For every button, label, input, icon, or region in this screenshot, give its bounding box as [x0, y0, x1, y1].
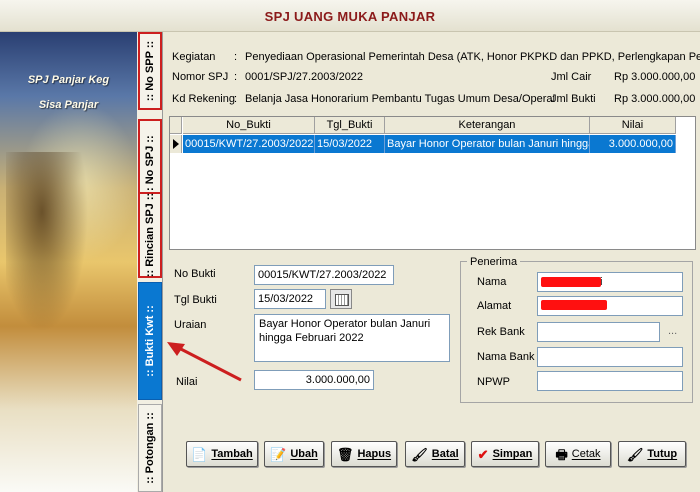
tab-bukti-kwt[interactable]: :: Bukti Kwt ::: [138, 282, 162, 400]
rek-bank-label: Rek Bank: [477, 326, 525, 338]
edit-document-icon: 📝: [270, 446, 287, 462]
kegiatan-colon: :: [234, 51, 238, 63]
grid-header-nilai[interactable]: Nilai: [590, 117, 676, 134]
nama-bank-input[interactable]: [537, 347, 683, 367]
alamat-label: Alamat: [477, 300, 512, 312]
kd-rekening-value: Belanja Jasa Honorarium Pembantu Tugas U…: [245, 93, 554, 105]
simpan-button[interactable]: ✔ Simpan: [471, 441, 539, 467]
kegiatan-value: Penyediaan Operasional Pemerintah Desa (…: [245, 51, 700, 63]
add-document-icon: 📄: [191, 446, 208, 462]
nama-label: Nama: [477, 276, 507, 288]
menu-spj-panjar-keg[interactable]: SPJ Panjar Keg: [0, 74, 137, 86]
nomor-spj-value: 0001/SPJ/27.2003/2022: [245, 71, 364, 83]
alamat-redaction: [541, 300, 607, 310]
left-panel-banner: SPJ Panjar Keg Sisa Panjar: [0, 32, 137, 492]
rek-bank-more-button[interactable]: ...: [668, 325, 677, 337]
cell-tgl-bukti[interactable]: 15/03/2022: [315, 135, 385, 153]
cell-nilai[interactable]: 3.000.000,00: [590, 135, 676, 153]
cetak-button[interactable]: 🖶 Cetak: [545, 441, 611, 467]
bukti-data-grid[interactable]: No_Bukti Tgl_Bukti Keterangan Nilai 0001…: [169, 116, 696, 250]
ubah-button[interactable]: 📝 Ubah: [264, 441, 324, 467]
grid-header-no-bukti[interactable]: No_Bukti: [183, 117, 315, 134]
tab-rincian-spj[interactable]: :: Rincian SPJ ::: [138, 192, 162, 278]
cancel-brush-icon: 🖌: [411, 446, 428, 462]
farmer-silhouette-image: [6, 152, 96, 352]
no-bukti-input[interactable]: 00015/KWT/27.2003/2022: [254, 265, 394, 285]
nilai-label: Nilai: [176, 376, 198, 388]
rek-bank-input[interactable]: [537, 322, 660, 342]
tab-potongan[interactable]: :: Potongan ::: [138, 404, 162, 492]
calendar-icon[interactable]: [330, 289, 352, 309]
tutup-button[interactable]: 🖌 Tutup: [618, 441, 686, 467]
title-bar: SPJ UANG MUKA PANJAR: [0, 0, 700, 32]
window-title: SPJ UANG MUKA PANJAR: [264, 9, 436, 24]
delete-icon: 🗑: [336, 446, 354, 462]
nomor-spj-label: Nomor SPJ: [172, 71, 229, 83]
jml-cair-label: Jml Cair: [551, 71, 592, 83]
tgl-bukti-input[interactable]: 15/03/2022: [254, 289, 326, 309]
kd-rekening-colon: :: [234, 93, 238, 105]
uraian-textarea[interactable]: Bayar Honor Operator bulan Januri hingga…: [254, 314, 450, 362]
tgl-bukti-label: Tgl Bukti: [174, 294, 217, 306]
tambah-button[interactable]: 📄 Tambah: [186, 441, 258, 467]
menu-sisa-panjar[interactable]: Sisa Panjar: [0, 99, 137, 111]
table-row[interactable]: 00015/KWT/27.2003/2022 15/03/2022 Bayar …: [170, 135, 676, 153]
cell-no-bukti[interactable]: 00015/KWT/27.2003/2022: [183, 135, 315, 153]
close-brush-icon: 🖌: [626, 446, 644, 462]
vertical-tab-strip: :: No SPP :: :: No SPJ :: :: Rincian SPJ…: [137, 32, 163, 492]
hapus-button[interactable]: 🗑 Hapus: [331, 441, 397, 467]
kegiatan-label: Kegiatan: [172, 51, 216, 63]
jml-cair-value: Rp 3.000.000,00: [614, 71, 696, 83]
nomor-spj-colon: :: [234, 71, 238, 83]
jml-bukti-value: Rp 3.000.000,00: [614, 93, 696, 105]
batal-button[interactable]: 🖌 Batal: [405, 441, 465, 467]
printer-icon: 🖶: [555, 446, 568, 462]
grid-corner: [170, 117, 182, 134]
npwp-label: NPWP: [477, 376, 510, 388]
kd-rekening-label: Kd Rekening: [172, 93, 235, 105]
grid-header-keterangan[interactable]: Keterangan: [385, 117, 590, 134]
nama-bank-label: Nama Bank: [477, 351, 535, 363]
uraian-label: Uraian: [174, 319, 207, 331]
penerima-title: Penerima: [467, 256, 521, 268]
npwp-input[interactable]: [537, 371, 683, 391]
nama-redaction: [541, 277, 601, 287]
row-pointer-icon: [170, 135, 182, 153]
jml-bukti-label: Jml Bukti: [551, 93, 596, 105]
grid-header-tgl-bukti[interactable]: Tgl_Bukti: [315, 117, 385, 134]
nilai-input[interactable]: 3.000.000,00: [254, 370, 374, 390]
no-bukti-label: No Bukti: [174, 268, 216, 280]
cell-keterangan[interactable]: Bayar Honor Operator bulan Januri hingga: [385, 135, 590, 153]
tab-no-spp[interactable]: :: No SPP ::: [138, 32, 162, 110]
checkmark-icon: ✔: [477, 446, 489, 462]
